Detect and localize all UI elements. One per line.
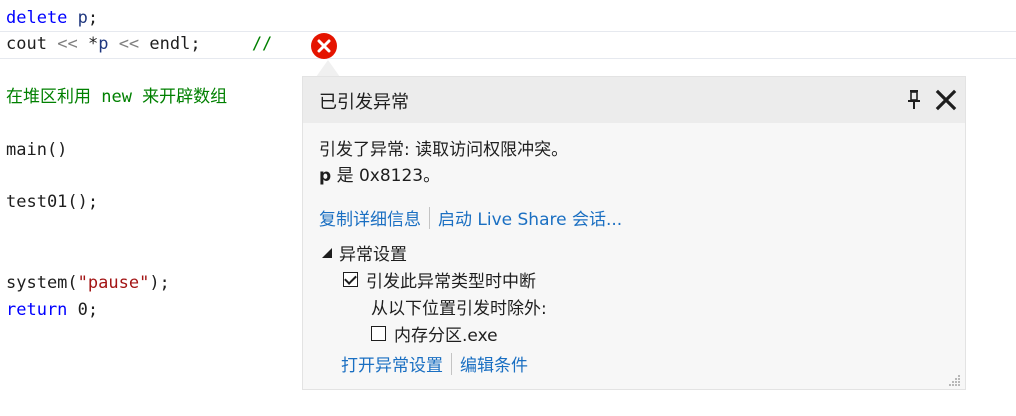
popup-title: 已引发异常 xyxy=(319,92,409,113)
link-separator xyxy=(429,206,430,229)
endl-token: endl xyxy=(149,34,191,54)
detail-variable: p xyxy=(319,166,332,186)
deref-operator: * xyxy=(87,34,99,54)
resize-grip-icon[interactable] xyxy=(947,371,961,386)
detail-value: 是 0x8123。 xyxy=(331,166,441,186)
break-checkbox-label: 引发此异常类型时中断 xyxy=(366,272,536,292)
code-comment-line: 在堆区利用 new 来开辟数组 xyxy=(6,87,228,107)
error-icon[interactable] xyxy=(311,33,337,59)
call-end: ); xyxy=(149,273,170,293)
variable-p: p xyxy=(77,8,88,28)
semicolon: ; xyxy=(87,8,99,28)
keyword-delete: delete xyxy=(6,8,68,28)
open-exception-settings-link[interactable]: 打开异常设置 xyxy=(341,351,443,376)
pin-icon[interactable] xyxy=(905,88,923,110)
section-title: 异常设置 xyxy=(339,245,407,265)
code-line-test01: test01(); xyxy=(6,192,99,212)
string-literal: "pause" xyxy=(77,273,150,293)
close-icon[interactable] xyxy=(935,89,957,111)
code-line-delete: delete p; xyxy=(6,6,98,30)
collapse-triangle-icon[interactable] xyxy=(321,247,333,259)
module-checkbox-label: 内存分区.exe xyxy=(394,326,498,346)
exception-settings-header[interactable]: 异常设置 xyxy=(321,240,407,265)
stream-operator: << xyxy=(57,34,78,54)
copy-details-link[interactable]: 复制详细信息 xyxy=(319,205,421,230)
exception-message: 引发了异常: 读取访问权限冲突。 xyxy=(319,140,569,160)
stream-operator: << xyxy=(118,34,140,54)
return-value: 0; xyxy=(67,300,99,320)
semicolon: ; xyxy=(190,34,201,54)
link-separator xyxy=(451,352,452,375)
cout-token: cout xyxy=(6,34,47,54)
code-line-main: main() xyxy=(6,140,68,160)
break-on-exception-row[interactable]: 引发此异常类型时中断 xyxy=(343,267,536,292)
edit-conditions-link[interactable]: 编辑条件 xyxy=(460,351,528,376)
code-line-return: return 0; xyxy=(6,298,98,322)
code-line-cout: cout << *p << endl; // xyxy=(6,32,272,56)
live-share-link[interactable]: 启动 Live Share 会话... xyxy=(438,205,622,230)
module-exception-row[interactable]: 内存分区.exe xyxy=(371,321,498,346)
popup-header: 已引发异常 xyxy=(303,77,965,123)
settings-links: 打开异常设置 编辑条件 xyxy=(341,351,528,376)
system-call: system( xyxy=(6,273,78,293)
except-label: 从以下位置引发时除外: xyxy=(371,299,547,319)
module-checkbox[interactable] xyxy=(371,326,386,341)
break-checkbox[interactable] xyxy=(343,272,358,287)
code-line-system: system("pause"); xyxy=(6,271,170,295)
popup-pointer xyxy=(316,60,340,77)
comment-token: // xyxy=(251,34,273,54)
action-links: 复制详细信息 启动 Live Share 会话... xyxy=(319,205,622,230)
keyword-return: return xyxy=(6,300,68,320)
variable-p: p xyxy=(98,34,109,54)
exception-popup: 已引发异常 引发了异常: 读取访问权限冲突。 p 是 0x8123。 复制详细信… xyxy=(302,76,966,390)
exception-detail: p 是 0x8123。 xyxy=(319,161,440,186)
